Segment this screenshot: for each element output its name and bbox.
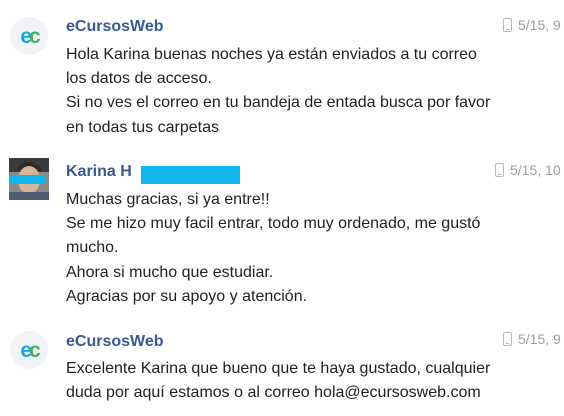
- message-line: mucho.: [66, 239, 119, 257]
- message-line: Ahora si mucho que estudiar.: [66, 263, 274, 281]
- message-line: en todas tus carpetas: [66, 118, 219, 136]
- message-line: Hola Karina buenas noches ya están envia…: [66, 46, 477, 63]
- message-line: Se me hizo muy facil entrar, todo muy or…: [66, 215, 481, 233]
- message-meta: 5/15, 10: [495, 162, 561, 178]
- message-line: Excelente Karina que bueno que te haya g…: [66, 360, 491, 377]
- ecursosweb-logo: ec: [20, 338, 40, 362]
- message-line: Muchas gracias, si ya entre!!: [66, 191, 270, 208]
- sender-name[interactable]: eCursosWeb: [66, 333, 164, 351]
- message-line: duda por aquí estamos o al correo hola@e…: [66, 384, 481, 402]
- mobile-phone-icon: [503, 18, 512, 32]
- timestamp: 5/15, 9: [518, 17, 561, 33]
- user-avatar[interactable]: [9, 158, 49, 200]
- mobile-phone-icon: [503, 332, 512, 346]
- redaction-bar: [9, 175, 45, 184]
- ecursosweb-logo: ec: [20, 24, 40, 48]
- sender-name[interactable]: Karina H: [66, 163, 132, 181]
- chat-thread: ec eCursosWeb 5/15, 9 Hola Karina buenas…: [0, 0, 564, 416]
- timestamp: 5/15, 10: [510, 162, 561, 178]
- message-line: los datos de acceso.: [66, 70, 212, 88]
- message-meta: 5/15, 9: [503, 331, 561, 347]
- message-line: Si no ves el correo en tu bandeja de ent…: [66, 94, 491, 112]
- sender-name[interactable]: eCursosWeb: [66, 18, 164, 36]
- ecursosweb-avatar[interactable]: ec: [10, 17, 48, 55]
- ecursosweb-avatar[interactable]: ec: [10, 331, 48, 369]
- redaction-bar: [141, 166, 240, 184]
- message-body: Excelente Karina que bueno que te haya g…: [66, 357, 490, 405]
- message-body: Muchas gracias, si ya entre!! Se me hizo…: [66, 188, 480, 309]
- message-body: Hola Karina buenas noches ya están envia…: [66, 43, 490, 140]
- timestamp: 5/15, 9: [518, 331, 561, 347]
- mobile-phone-icon: [495, 163, 504, 177]
- message-line: Agracias por su apoyo y atención.: [66, 287, 308, 305]
- message-meta: 5/15, 9: [503, 17, 561, 33]
